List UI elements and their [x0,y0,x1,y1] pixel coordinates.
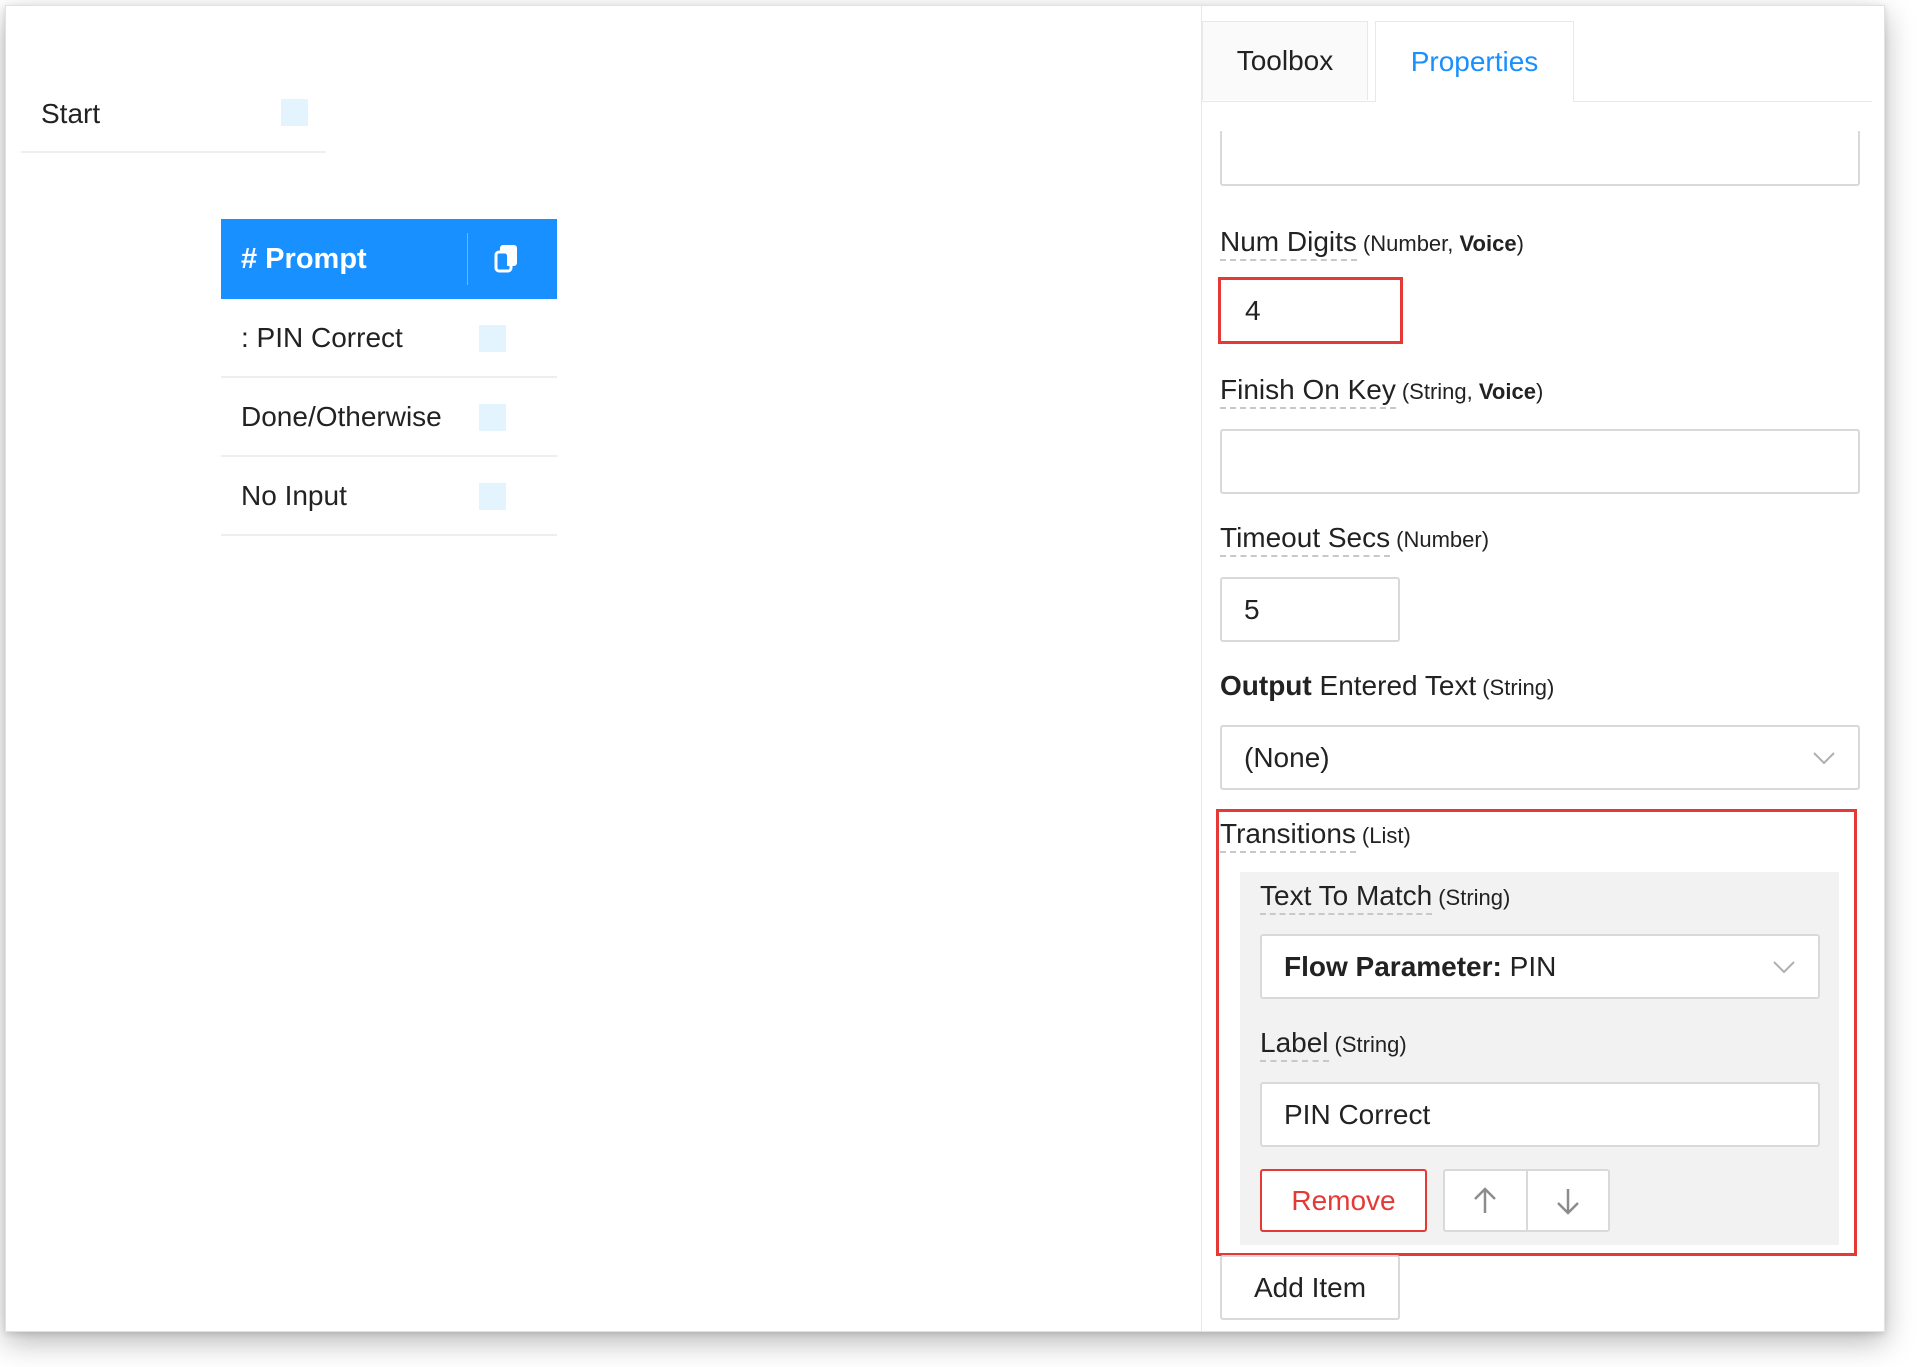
move-down-button[interactable] [1525,1171,1609,1230]
field-name: Timeout Secs [1220,522,1391,557]
finish-on-key-label: Finish On Key (String, Voice) [1220,374,1543,409]
properties-scroll-area[interactable]: Num Digits (Number, Voice) 4 Finish On Ke… [1202,131,1884,1331]
panel-tabs: Toolbox Properties [1202,21,1872,102]
transition-port[interactable] [479,483,506,510]
select-value-text: PIN [1501,950,1557,982]
app-window: Start # Prompt : PIN Correct Done/Otherw… [5,5,1885,1332]
transition-port[interactable] [479,404,506,431]
field-type: (Number) [1396,527,1490,552]
finish-on-key-input[interactable] [1220,429,1860,494]
prompt-transition-no-input[interactable]: No Input [221,457,557,536]
type-bold: Voice [1459,231,1517,256]
remove-button[interactable]: Remove [1260,1169,1427,1232]
transition-label: : PIN Correct [241,321,403,353]
arrow-down-icon [1556,1188,1579,1215]
add-item-button[interactable]: Add Item [1220,1255,1400,1320]
type-suffix: ) [1535,379,1544,404]
reorder-buttons [1443,1169,1610,1232]
header-divider [467,233,468,285]
field-type: (Number, Voice) [1363,231,1524,256]
field-name: Finish On Key [1220,374,1396,409]
num-digits-input[interactable]: 4 [1223,282,1398,339]
select-value-bold: Flow Parameter: [1284,950,1502,982]
type-prefix: (Number, [1362,231,1460,256]
field-name: Num Digits [1220,226,1357,261]
transitions-label: Transitions (List) [1220,818,1411,853]
type-bold: Voice [1478,379,1536,404]
start-node-label: Start [41,97,101,129]
num-digits-label: Num Digits (Number, Voice) [1220,226,1524,261]
tab-properties[interactable]: Properties [1375,21,1574,102]
transition-label: No Input [241,479,347,511]
select-value: (None) [1244,741,1330,773]
prompt-node-header[interactable]: # Prompt [221,219,557,299]
field-type: (String) [1438,885,1511,910]
label-field-label: Label (String) [1260,1027,1407,1062]
type-suffix: ) [1516,231,1524,256]
field-name: Transitions [1220,818,1356,853]
chevron-down-icon [1773,960,1795,973]
prompt-node[interactable]: # Prompt : PIN Correct Done/Otherwise No… [221,219,557,536]
field-type: (String, Voice) [1402,379,1543,404]
field-type: (List) [1361,823,1411,848]
transition-port[interactable] [479,325,506,352]
output-entered-text-label: Output Entered Text (String) [1220,670,1554,702]
timeout-secs-label: Timeout Secs (Number) [1220,522,1490,557]
field-name-bold: Output [1220,670,1312,701]
copy-icon[interactable] [487,239,527,279]
output-entered-text-select[interactable]: (None) [1220,725,1860,790]
arrow-up-icon [1474,1186,1497,1213]
move-up-button[interactable] [1445,1171,1526,1230]
field-name: Entered Text [1311,670,1477,701]
properties-panel: Toolbox Properties Num Digits (Number, Vo… [1201,6,1884,1331]
previous-field-input[interactable] [1220,131,1860,186]
start-node[interactable]: Start [21,76,326,153]
text-to-match-label: Text To Match (String) [1260,880,1511,915]
timeout-secs-input[interactable]: 5 [1220,577,1400,642]
start-node-port[interactable] [281,99,308,126]
label-input[interactable]: PIN Correct [1260,1082,1820,1147]
transition-label: Done/Otherwise [241,400,442,432]
field-type: (String) [1334,1032,1407,1057]
field-name: Label [1260,1027,1329,1062]
field-name: Text To Match [1260,880,1433,915]
prompt-node-title: # Prompt [241,242,367,275]
select-value: Flow Parameter: PIN [1284,951,1556,983]
tab-toolbox[interactable]: Toolbox [1202,21,1368,100]
type-prefix: (String, [1401,379,1479,404]
chevron-down-icon [1813,751,1835,764]
prompt-transition-pin-correct[interactable]: : PIN Correct [221,299,557,378]
prompt-transition-done-otherwise[interactable]: Done/Otherwise [221,378,557,457]
field-type: (String) [1482,675,1555,700]
text-to-match-select[interactable]: Flow Parameter: PIN [1260,934,1820,999]
